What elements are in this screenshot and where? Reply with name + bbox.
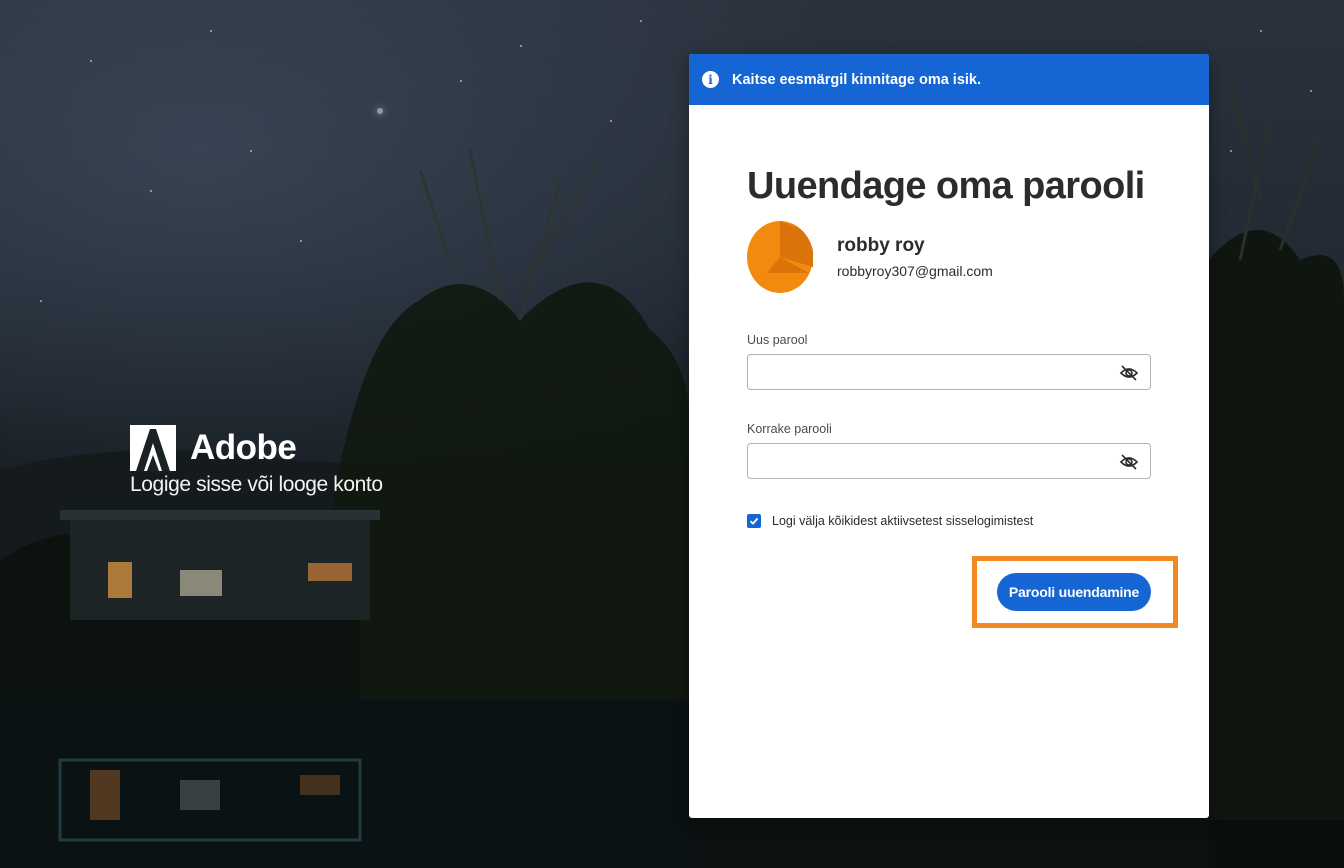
eye-off-icon[interactable] bbox=[1119, 363, 1139, 383]
eye-off-icon[interactable] bbox=[1119, 452, 1139, 472]
update-password-button[interactable]: Parooli uuendamine bbox=[997, 573, 1151, 611]
confirm-password-field-wrap bbox=[747, 443, 1151, 479]
brand-block: Adobe Logige sisse või looge konto bbox=[130, 425, 383, 497]
new-password-field-wrap bbox=[747, 354, 1151, 390]
security-banner: i Kaitse eesmärgil kinnitage oma isik. bbox=[689, 54, 1209, 105]
user-name: robby roy bbox=[837, 235, 925, 256]
page-title: Uuendage oma parooli bbox=[747, 165, 1145, 207]
update-password-card: i Kaitse eesmärgil kinnitage oma isik. U… bbox=[689, 54, 1209, 818]
logout-all-checkbox[interactable] bbox=[747, 514, 761, 528]
logout-all-label: Logi välja kõikidest aktiivsetest sissel… bbox=[772, 514, 1034, 528]
user-info: robby roy robbyroy307@gmail.com bbox=[747, 221, 1151, 293]
logout-all-row[interactable]: Logi välja kõikidest aktiivsetest sissel… bbox=[747, 514, 1151, 528]
banner-text: Kaitse eesmärgil kinnitage oma isik. bbox=[732, 71, 982, 88]
new-password-group: Uus parool bbox=[747, 333, 1151, 390]
confirm-password-group: Korrake parooli bbox=[747, 422, 1151, 479]
checkmark-icon bbox=[749, 517, 759, 525]
new-password-input[interactable] bbox=[748, 355, 1150, 389]
brand-tagline: Logige sisse või looge konto bbox=[130, 473, 383, 496]
confirm-password-label: Korrake parooli bbox=[747, 422, 832, 436]
info-icon: i bbox=[702, 71, 719, 88]
brand-name: Adobe bbox=[190, 428, 297, 467]
submit-highlight: Parooli uuendamine bbox=[972, 556, 1178, 628]
adobe-logo-icon bbox=[130, 425, 176, 471]
avatar bbox=[747, 221, 813, 293]
confirm-password-input[interactable] bbox=[748, 444, 1150, 478]
user-email: robbyroy307@gmail.com bbox=[837, 263, 993, 279]
new-password-label: Uus parool bbox=[747, 333, 808, 347]
form-content: Uuendage oma parooli robby roy robbyroy3… bbox=[689, 163, 1209, 528]
